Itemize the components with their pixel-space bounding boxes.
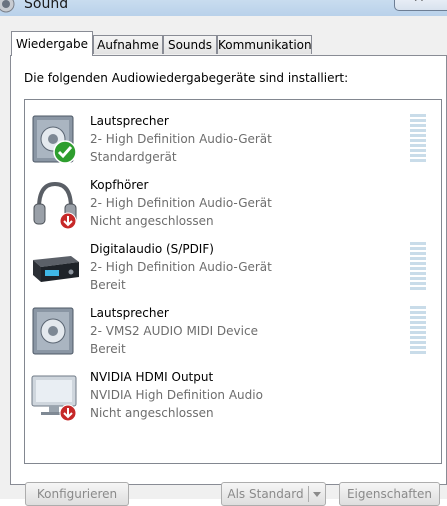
volume-level-meter xyxy=(410,306,426,356)
device-list-item[interactable]: Lautsprecher 2- High Definition Audio-Ge… xyxy=(25,108,441,168)
device-name: Digitalaudio (S/PDIF) xyxy=(90,242,214,256)
device-description: 2- High Definition Audio-Gerät xyxy=(90,260,272,274)
device-list-item[interactable]: Digitalaudio (S/PDIF) 2- High Definition… xyxy=(25,236,441,296)
device-description: 2- High Definition Audio-Gerät xyxy=(90,132,272,146)
close-icon: ✕ xyxy=(413,0,425,6)
chevron-down-icon[interactable] xyxy=(313,492,321,497)
disconnected-arrow-icon xyxy=(59,212,77,230)
sound-app-icon xyxy=(0,0,15,13)
properties-button[interactable]: Eigenschaften xyxy=(339,482,440,506)
split-divider xyxy=(308,486,309,502)
configure-button[interactable]: Konfigurieren xyxy=(25,482,129,506)
device-description: NVIDIA High Definition Audio xyxy=(90,388,263,402)
device-list[interactable]: Lautsprecher 2- High Definition Audio-Ge… xyxy=(24,99,442,464)
digital-receiver-icon xyxy=(33,256,79,282)
device-name: Lautsprecher xyxy=(90,306,169,320)
device-list-item[interactable]: Lautsprecher 2- VMS2 AUDIO MIDI Device B… xyxy=(25,300,441,360)
instruction-text: Die folgenden Audiowiedergabegeräte sind… xyxy=(24,71,349,85)
speaker-icon xyxy=(32,307,74,355)
window-title: Sound xyxy=(24,0,69,12)
device-description: 2- High Definition Audio-Gerät xyxy=(90,196,272,210)
device-status: Nicht angeschlossen xyxy=(90,406,214,420)
device-status: Bereit xyxy=(90,342,126,356)
title-bar[interactable]: Sound ✕ xyxy=(0,0,447,16)
device-name: Kopfhörer xyxy=(90,178,149,192)
device-name: NVIDIA HDMI Output xyxy=(90,370,214,384)
device-list-item[interactable]: NVIDIA HDMI Output NVIDIA High Definitio… xyxy=(25,364,441,424)
tab-sounds[interactable]: Sounds xyxy=(163,35,217,54)
device-status: Bereit xyxy=(90,278,126,292)
close-button[interactable]: ✕ xyxy=(394,0,447,11)
volume-level-meter xyxy=(410,242,426,292)
device-list-item[interactable]: Kopfhörer 2- High Definition Audio-Gerät… xyxy=(25,172,441,232)
default-checkmark-icon xyxy=(53,140,77,164)
device-description: 2- VMS2 AUDIO MIDI Device xyxy=(90,324,258,338)
set-default-split-button[interactable]: Als Standard xyxy=(221,482,326,506)
tab-kommunikation[interactable]: Kommunikation xyxy=(217,35,312,54)
tab-aufnahme[interactable]: Aufnahme xyxy=(93,35,163,54)
tab-wiedergabe[interactable]: Wiedergabe xyxy=(11,31,93,56)
device-status: Standardgerät xyxy=(90,150,177,164)
volume-level-meter xyxy=(410,114,426,164)
device-status: Nicht angeschlossen xyxy=(90,214,214,228)
device-name: Lautsprecher xyxy=(90,114,169,128)
disconnected-arrow-icon xyxy=(59,404,77,422)
